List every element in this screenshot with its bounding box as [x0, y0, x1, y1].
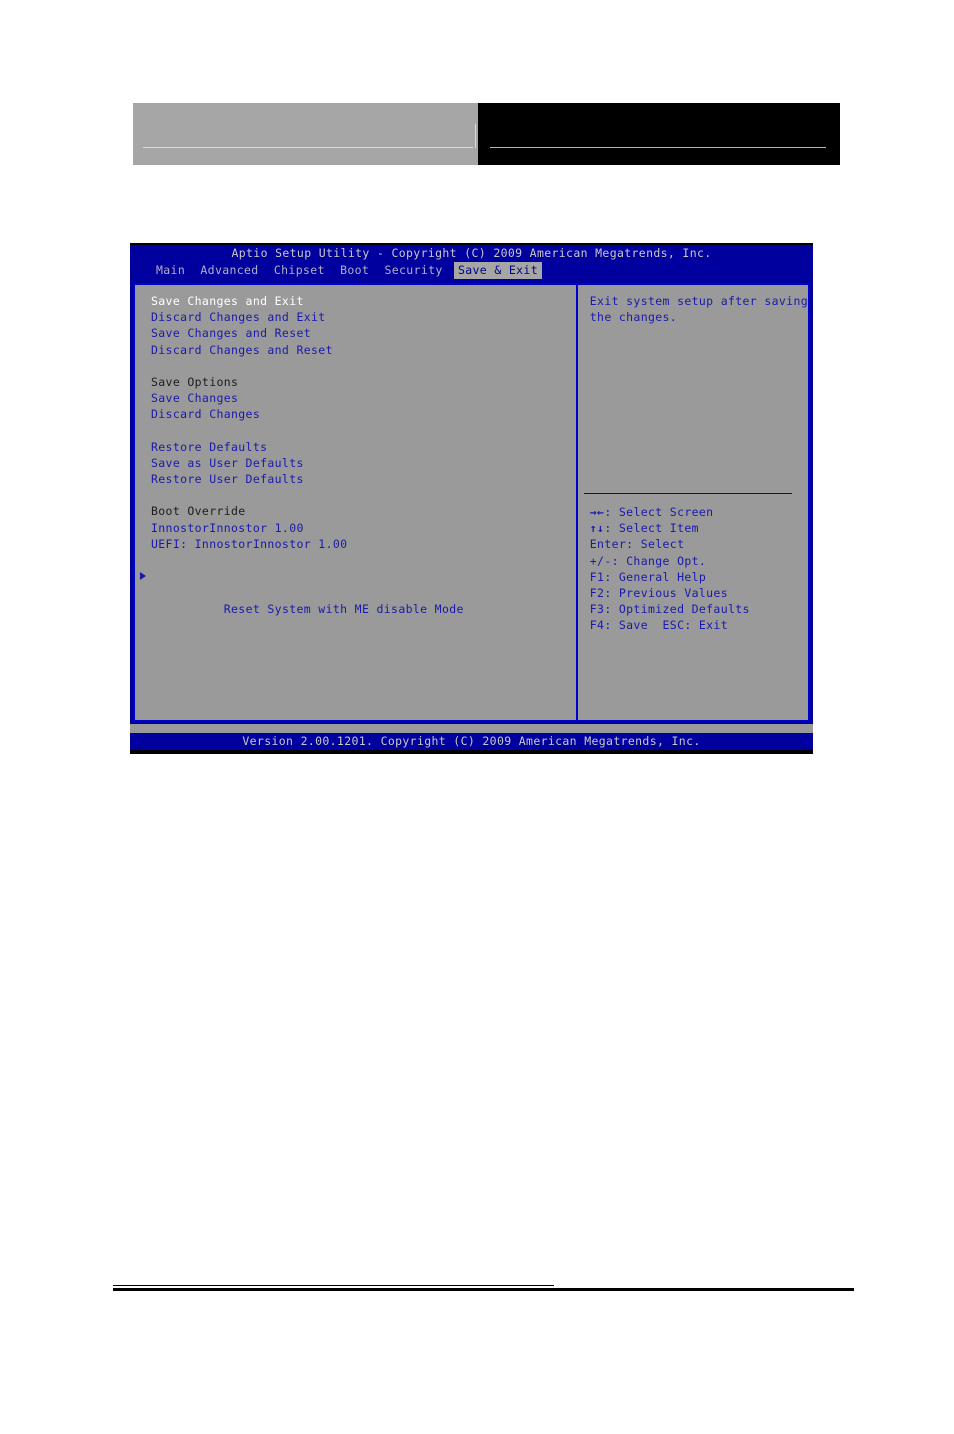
submenu-arrow-icon [140, 572, 146, 581]
key-legend-select-screen: →←: Select Screen [590, 504, 750, 520]
menu-item-reset-system-me-disable[interactable]: Reset System with ME disable Mode [140, 568, 576, 616]
menu-spacer-2 [151, 423, 576, 439]
key-legend-change-opt: +/-: Change Opt. [589, 553, 707, 568]
key-legend-f3-optimized-defaults: F3: Optimized Defaults [589, 602, 750, 617]
header-banner-left-rule [143, 147, 473, 148]
tab-main[interactable]: Main [152, 262, 189, 279]
tab-boot[interactable]: Boot [336, 262, 373, 279]
bios-help-panel: Exit system setup after saving the chang… [578, 285, 808, 720]
menu-item-save-changes-and-reset[interactable]: Save Changes and Reset [151, 325, 576, 341]
bios-title-bar: Aptio Setup Utility - Copyright (C) 2009… [231, 246, 712, 260]
menu-item-uefi-innostor-boot[interactable]: UEFI: InnostorInnostor 1.00 [151, 536, 576, 552]
page-footer-rule-thin [113, 1285, 554, 1286]
menu-spacer-1 [151, 358, 576, 374]
bios-bottom-border [130, 750, 813, 754]
key-legend-f1-general-help: F1: General Help [589, 569, 707, 584]
menu-section-boot-override: Boot Override [151, 504, 246, 519]
bios-key-legend: →←: Select Screen ↑↓: Select Item Enter:… [590, 504, 750, 634]
menu-item-reset-system-me-disable-label: Reset System with ME disable Mode [223, 601, 464, 616]
menu-spacer-3 [151, 487, 576, 503]
bios-tab-bar: Main Advanced Chipset Boot Security Save… [130, 262, 813, 279]
header-banner-right-rule [490, 147, 826, 148]
menu-section-save-options: Save Options [151, 374, 239, 389]
help-text-line-1: Exit system setup after saving [589, 294, 808, 308]
bios-lower-gap [130, 724, 813, 733]
arrow-up-down-icon: ↑↓ [589, 521, 605, 536]
menu-item-discard-changes-and-exit[interactable]: Discard Changes and Exit [151, 309, 576, 325]
menu-item-save-changes[interactable]: Save Changes [151, 390, 576, 406]
bios-version-bar: Version 2.00.1201. Copyright (C) 2009 Am… [130, 733, 813, 750]
header-banner-right-box [478, 103, 840, 165]
tab-advanced[interactable]: Advanced [196, 262, 262, 279]
key-legend-select-screen-label: : Select Screen [604, 505, 714, 519]
menu-item-innostor-boot[interactable]: InnostorInnostor 1.00 [151, 520, 576, 536]
bios-panel-frame: Save Changes and Exit Discard Changes an… [133, 283, 810, 722]
key-legend-f2-previous-values: F2: Previous Values [589, 585, 728, 600]
menu-item-restore-user-defaults[interactable]: Restore User Defaults [151, 471, 576, 487]
tab-security[interactable]: Security [380, 262, 446, 279]
key-legend-f4-save-esc-exit: F4: Save ESC: Exit [589, 618, 728, 633]
help-text-line-2: the changes. [589, 310, 678, 325]
help-panel-separator [583, 493, 792, 494]
menu-item-discard-changes-and-reset[interactable]: Discard Changes and Reset [151, 342, 576, 358]
arrow-left-right-icon: →← [589, 505, 605, 519]
menu-item-restore-defaults[interactable]: Restore Defaults [151, 439, 576, 455]
header-banner-left-box [133, 103, 478, 165]
key-legend-select-item-label: : Select Item [604, 521, 699, 536]
key-legend-enter-select: Enter: Select [589, 537, 685, 552]
tab-chipset[interactable]: Chipset [270, 262, 329, 279]
header-banner-left-tick [475, 124, 476, 148]
menu-spacer-4 [151, 552, 576, 568]
page-footer-rule [113, 1288, 854, 1291]
menu-item-save-changes-and-exit[interactable]: Save Changes and Exit [151, 293, 576, 309]
bios-body: Save Changes and Exit Discard Changes an… [132, 281, 811, 724]
tab-save-and-exit[interactable]: Save & Exit [453, 262, 542, 279]
document-header-banner [133, 103, 840, 165]
menu-item-discard-changes[interactable]: Discard Changes [151, 406, 576, 422]
bios-menu-panel: Save Changes and Exit Discard Changes an… [135, 285, 576, 720]
bios-setup-screen: Aptio Setup Utility - Copyright (C) 2009… [130, 243, 813, 754]
menu-item-save-as-user-defaults[interactable]: Save as User Defaults [151, 455, 576, 471]
key-legend-select-item: ↑↓: Select Item [590, 520, 750, 536]
